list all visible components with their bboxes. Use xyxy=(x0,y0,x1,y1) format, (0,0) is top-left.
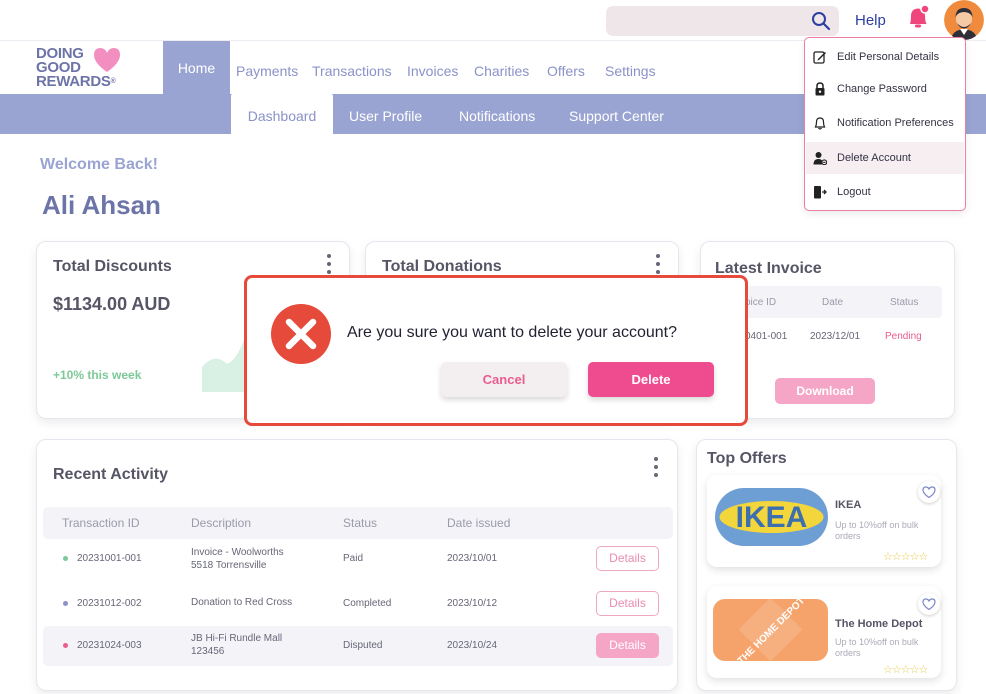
offer-name: The Home Depot xyxy=(835,618,923,630)
invoice-id: 0401-001 xyxy=(745,331,788,342)
heart-logo-icon xyxy=(94,48,120,72)
tab-dashboard[interactable]: Dashboard xyxy=(231,94,333,134)
app-root: Help DOING GOOD REWARDS® Home Payments T… xyxy=(0,0,986,694)
offer-ikea[interactable]: IKEA IKEA Up to 10%off on bulk orders ☆☆… xyxy=(707,475,941,567)
nav-home[interactable]: Home xyxy=(163,41,230,94)
col-status: Status xyxy=(343,516,378,530)
nav-invoices[interactable]: Invoices xyxy=(407,41,458,94)
download-button[interactable]: Download xyxy=(775,378,875,404)
bell-outline-icon xyxy=(814,117,826,130)
top-offers-title: Top Offers xyxy=(707,450,787,467)
menu-item-change-password[interactable]: Change Password xyxy=(806,73,964,105)
transaction-id: 20231012-002 xyxy=(77,598,142,609)
transaction-id: 20231024-003 xyxy=(77,640,142,651)
description: Donation to Red Cross xyxy=(191,597,293,608)
tab-support-center[interactable]: Support Center xyxy=(569,94,664,134)
details-button[interactable]: Details xyxy=(596,546,659,571)
offer-description: Up to 10%off on bulk orders xyxy=(835,520,919,541)
brand-logo[interactable]: DOING GOOD REWARDS® xyxy=(36,46,156,92)
user-avatar-icon xyxy=(944,0,984,40)
activity-table-header: Transaction ID Description Status Date i… xyxy=(43,507,673,539)
col-date-issued: Date issued xyxy=(447,516,511,530)
top-bar: Help xyxy=(0,0,986,41)
menu-item-notification-preferences[interactable]: Notification Preferences xyxy=(806,107,964,139)
date-issued: 2023/10/24 xyxy=(447,640,498,651)
favorite-heart-icon[interactable] xyxy=(918,481,940,503)
col-transaction-id: Transaction ID xyxy=(62,516,140,530)
menu-item-edit-details[interactable]: Edit Personal Details xyxy=(806,41,964,73)
menu-item-logout[interactable]: Logout xyxy=(806,176,964,208)
status: Disputed xyxy=(343,640,383,651)
offer-name: IKEA xyxy=(835,499,862,511)
discounts-change: +10% this week xyxy=(53,368,142,382)
cancel-button[interactable]: Cancel xyxy=(441,362,567,397)
discounts-amount: $1134.00 AUD xyxy=(53,294,171,314)
table-row: 20231001-001 Invoice - Woolworths 5518 To… xyxy=(43,539,673,579)
status-dot xyxy=(63,601,68,606)
date-issued: 2023/10/12 xyxy=(447,598,498,609)
invoice-table-header: oice ID Date Status xyxy=(731,286,942,318)
date-issued: 2023/10/01 xyxy=(447,553,498,564)
help-link[interactable]: Help xyxy=(855,12,886,29)
offer-description: Up to 10%off on bulk orders xyxy=(835,637,919,658)
details-button[interactable]: Details xyxy=(596,591,659,616)
status: Paid xyxy=(343,553,364,564)
delete-button[interactable]: Delete xyxy=(588,362,714,397)
kebab-menu-icon[interactable] xyxy=(655,254,661,276)
recent-activity-card: Recent Activity Transaction ID Descripti… xyxy=(36,439,678,691)
status-dot xyxy=(63,643,68,648)
nav-charities[interactable]: Charities xyxy=(474,41,529,94)
avatar[interactable] xyxy=(944,0,984,40)
dialog-question: Are you sure you want to delete your acc… xyxy=(347,324,677,341)
lock-icon xyxy=(815,82,825,96)
invoice-date: 2023/12/01 xyxy=(810,331,861,342)
tab-user-profile[interactable]: User Profile xyxy=(349,94,422,134)
description: JB Hi-Fi Rundle Mall 123456 xyxy=(191,633,283,657)
nav-payments[interactable]: Payments xyxy=(236,41,298,94)
status-dot xyxy=(63,556,68,561)
edit-icon xyxy=(813,51,826,64)
transaction-id: 20231001-001 xyxy=(77,553,142,564)
account-menu: Edit Personal Details Change Password No… xyxy=(804,37,966,211)
nav-offers[interactable]: Offers xyxy=(547,41,585,94)
notification-bell-icon[interactable] xyxy=(905,4,931,32)
kebab-menu-icon[interactable] xyxy=(326,254,332,276)
favorite-heart-icon[interactable] xyxy=(918,593,940,615)
details-button[interactable]: Details xyxy=(596,633,659,658)
search-icon[interactable] xyxy=(811,11,831,31)
table-row: 20231012-002 Donation to Red Cross Compl… xyxy=(43,584,673,624)
star-rating: ☆☆☆☆☆ xyxy=(883,664,928,676)
logout-icon xyxy=(814,186,827,199)
offer-home-depot[interactable]: THE HOME DEPOT The Home Depot Up to 10%o… xyxy=(707,586,941,678)
nav-transactions[interactable]: Transactions xyxy=(312,41,392,94)
table-row: 20231024-003 JB Hi-Fi Rundle Mall 123456 … xyxy=(43,626,673,666)
delete-user-icon xyxy=(813,152,827,165)
error-x-icon xyxy=(271,304,331,364)
ikea-logo-icon: IKEA xyxy=(715,488,828,546)
user-name: Ali Ahsan xyxy=(42,190,161,220)
home-depot-logo-icon: THE HOME DEPOT xyxy=(713,599,828,661)
star-rating: ☆☆☆☆☆ xyxy=(883,551,928,563)
svg-text:IKEA: IKEA xyxy=(736,501,808,534)
col-date: Date xyxy=(822,297,844,308)
col-invoice-id: oice ID xyxy=(745,297,777,308)
description: Invoice - Woolworths 5518 Torrensville xyxy=(191,547,284,571)
top-offers-card: Top Offers IKEA IKEA Up to 10%off on bul… xyxy=(696,439,957,691)
menu-item-delete-account[interactable]: Delete Account xyxy=(806,142,964,174)
invoice-status: Pending xyxy=(885,331,922,342)
search-input[interactable] xyxy=(606,6,839,36)
nav-settings[interactable]: Settings xyxy=(605,41,656,94)
donations-title: Total Donations xyxy=(382,258,502,275)
status: Completed xyxy=(343,598,392,609)
welcome-text: Welcome Back! xyxy=(40,156,158,173)
logo-word-3: REWARDS® xyxy=(36,73,116,90)
col-description: Description xyxy=(191,516,252,530)
recent-activity-title: Recent Activity xyxy=(53,466,168,483)
tab-notifications[interactable]: Notifications xyxy=(459,94,535,134)
delete-account-dialog: Are you sure you want to delete your acc… xyxy=(244,275,748,426)
kebab-menu-icon[interactable] xyxy=(653,457,659,479)
discounts-title: Total Discounts xyxy=(53,258,172,275)
col-status: Status xyxy=(890,297,919,308)
